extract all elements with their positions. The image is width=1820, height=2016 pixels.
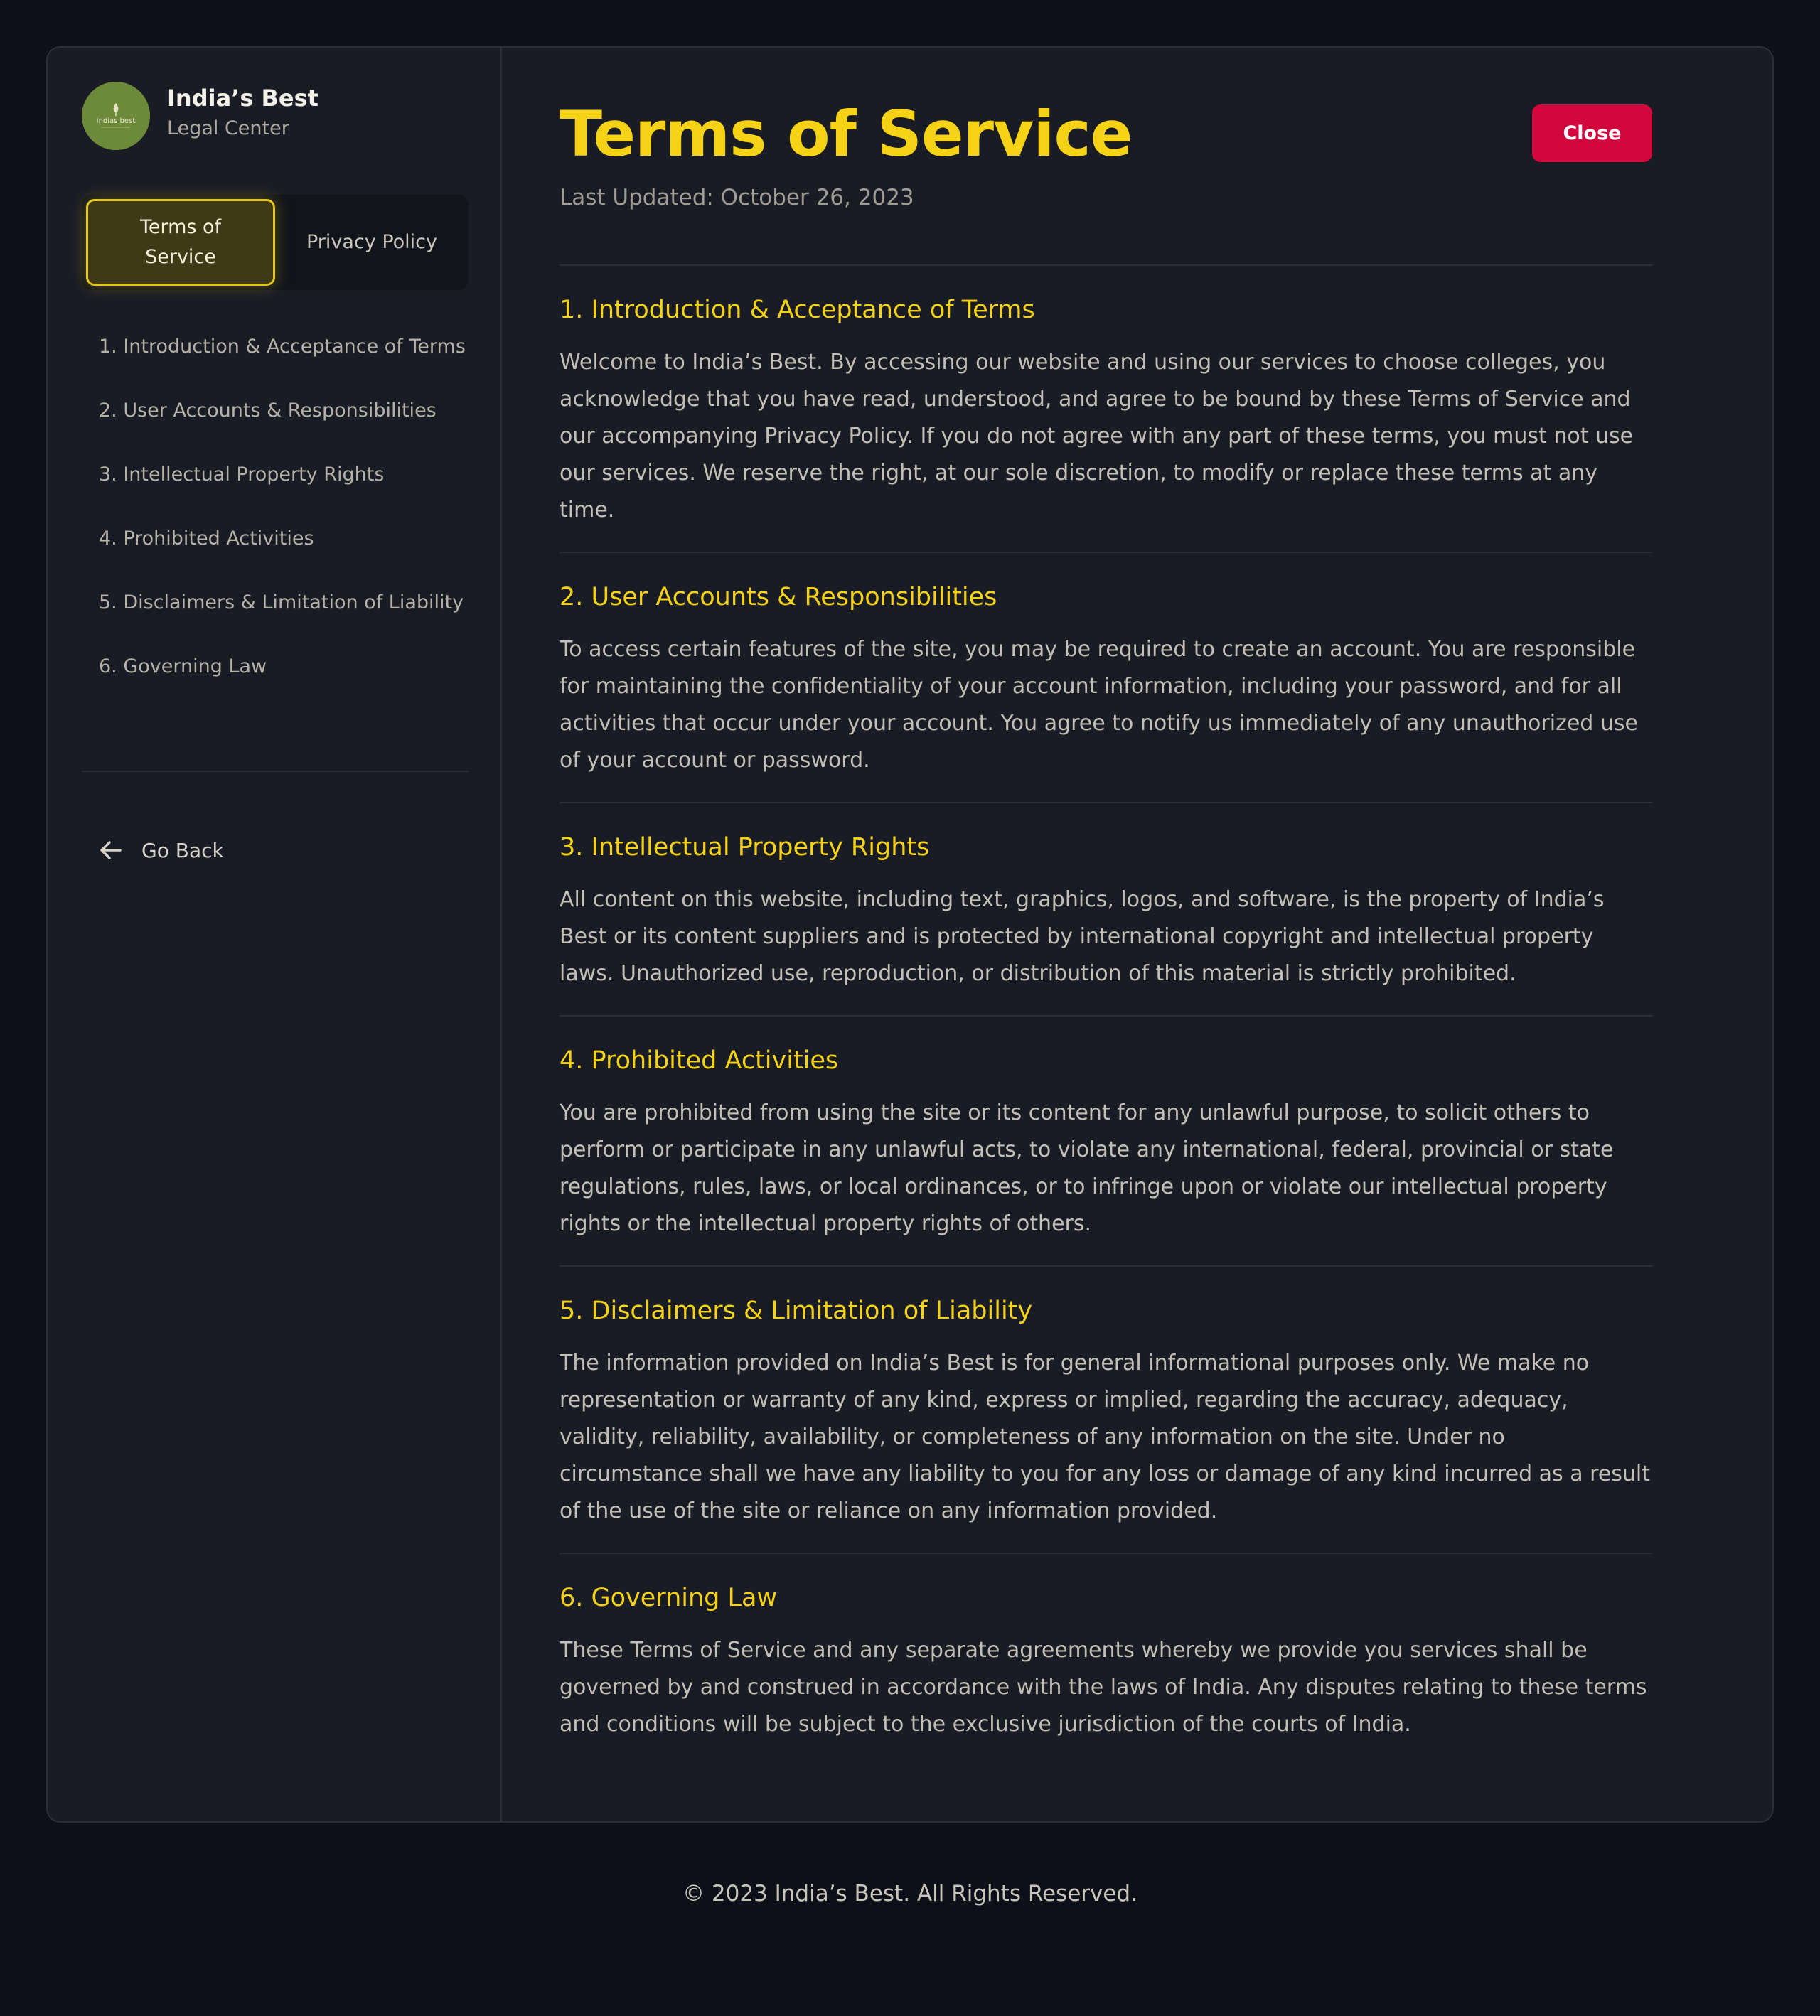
section-body: Welcome to India’s Best. By accessing ou… bbox=[560, 350, 1634, 522]
document-tabs: Terms of Service Privacy Policy bbox=[82, 195, 469, 290]
close-button[interactable]: Close bbox=[1532, 104, 1652, 162]
toc-item-introduction[interactable]: 1. Introduction & Acceptance of Terms bbox=[99, 332, 469, 362]
brand-name: India’s Best bbox=[167, 85, 318, 112]
tab-terms-of-service[interactable]: Terms of Service bbox=[86, 199, 275, 286]
footer-copyright: © 2023 India’s Best. All Rights Reserved… bbox=[682, 1881, 1138, 1907]
arrow-left-icon bbox=[100, 841, 122, 859]
go-back-link[interactable]: Go Back bbox=[99, 835, 224, 866]
toc-item-intellectual-property[interactable]: 3. Intellectual Property Rights bbox=[99, 460, 469, 490]
section-intellectual-property: 3. Intellectual Property Rights All cont… bbox=[560, 802, 1652, 992]
section-heading: 5. Disclaimers & Limitation of Liability bbox=[560, 1297, 1033, 1325]
section-heading: 1. Introduction & Acceptance of Terms bbox=[560, 296, 1035, 324]
go-back-label: Go Back bbox=[141, 838, 224, 862]
svg-text:indias best: indias best bbox=[97, 117, 135, 125]
section-governing-law: 6. Governing Law These Terms of Service … bbox=[560, 1553, 1652, 1743]
section-heading: 2. User Accounts & Responsibilities bbox=[560, 583, 997, 611]
tab-privacy-policy[interactable]: Privacy Policy bbox=[279, 195, 464, 290]
section-heading: 6. Governing Law bbox=[560, 1584, 778, 1612]
section-body: These Terms of Service and any separate … bbox=[560, 1638, 1647, 1737]
toc-item-disclaimers[interactable]: 5. Disclaimers & Limitation of Liability bbox=[99, 588, 469, 618]
toc-item-governing-law[interactable]: 6. Governing Law bbox=[99, 652, 469, 682]
sidebar-divider bbox=[82, 771, 469, 772]
toc-item-prohibited-activities[interactable]: 4. Prohibited Activities bbox=[99, 524, 469, 554]
last-updated: Last Updated: October 26, 2023 bbox=[560, 185, 914, 210]
sidebar: indias best India’s Best Legal Center Te… bbox=[48, 48, 502, 1821]
brand-subtitle: Legal Center bbox=[167, 117, 289, 139]
section-user-accounts: 2. User Accounts & Responsibilities To a… bbox=[560, 552, 1652, 779]
section-body: All content on this website, including t… bbox=[560, 887, 1605, 986]
section-prohibited-activities: 4. Prohibited Activities You are prohibi… bbox=[560, 1015, 1652, 1243]
logo: indias best bbox=[82, 82, 150, 150]
page-title: Terms of Service bbox=[560, 97, 1133, 171]
section-disclaimers: 5. Disclaimers & Limitation of Liability… bbox=[560, 1265, 1652, 1530]
legal-center-card: indias best India’s Best Legal Center Te… bbox=[46, 46, 1774, 1823]
section-heading: 3. Intellectual Property Rights bbox=[560, 833, 930, 862]
section-body: You are prohibited from using the site o… bbox=[560, 1100, 1614, 1236]
section-body: To access certain features of the site, … bbox=[560, 637, 1638, 773]
section-introduction: 1. Introduction & Acceptance of Terms We… bbox=[560, 264, 1652, 529]
section-heading: 4. Prohibited Activities bbox=[560, 1046, 839, 1075]
section-body: The information provided on India’s Best… bbox=[560, 1351, 1650, 1523]
table-of-contents: 1. Introduction & Acceptance of Terms 2.… bbox=[99, 332, 469, 682]
toc-item-user-accounts[interactable]: 2. User Accounts & Responsibilities bbox=[99, 396, 469, 426]
